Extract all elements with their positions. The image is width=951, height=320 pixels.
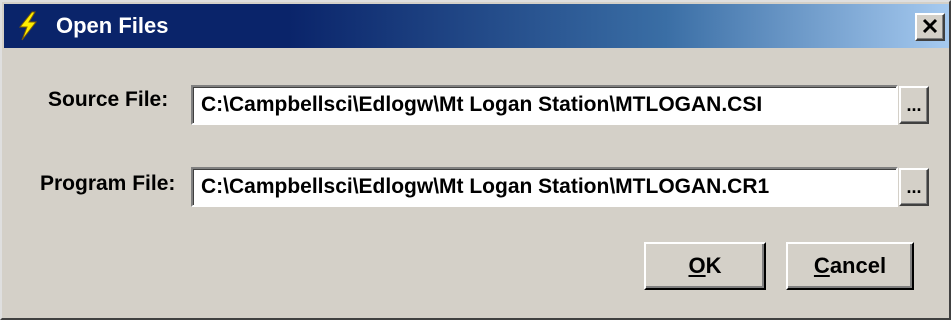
ok-label-rest: K <box>705 253 722 278</box>
open-files-dialog: Open Files Source File: ... Program File… <box>0 0 951 320</box>
cancel-accelerator: C <box>813 253 830 278</box>
cancel-label-rest: ancel <box>829 253 887 278</box>
source-file-label: Source File: <box>48 88 169 111</box>
ok-button[interactable]: OK <box>644 242 766 290</box>
close-button[interactable] <box>915 13 945 41</box>
program-browse-button[interactable]: ... <box>899 168 929 206</box>
title-bar[interactable]: Open Files <box>4 4 949 48</box>
program-file-input[interactable] <box>191 167 898 207</box>
close-icon <box>922 18 938 37</box>
program-file-label: Program File: <box>40 172 176 195</box>
source-browse-button[interactable]: ... <box>899 86 929 124</box>
ok-accelerator: O <box>688 253 706 278</box>
cancel-button[interactable]: Cancel <box>786 242 914 290</box>
source-file-input[interactable] <box>191 85 898 125</box>
lightning-bolt-icon <box>14 11 42 41</box>
window-title: Open Files <box>56 13 169 38</box>
